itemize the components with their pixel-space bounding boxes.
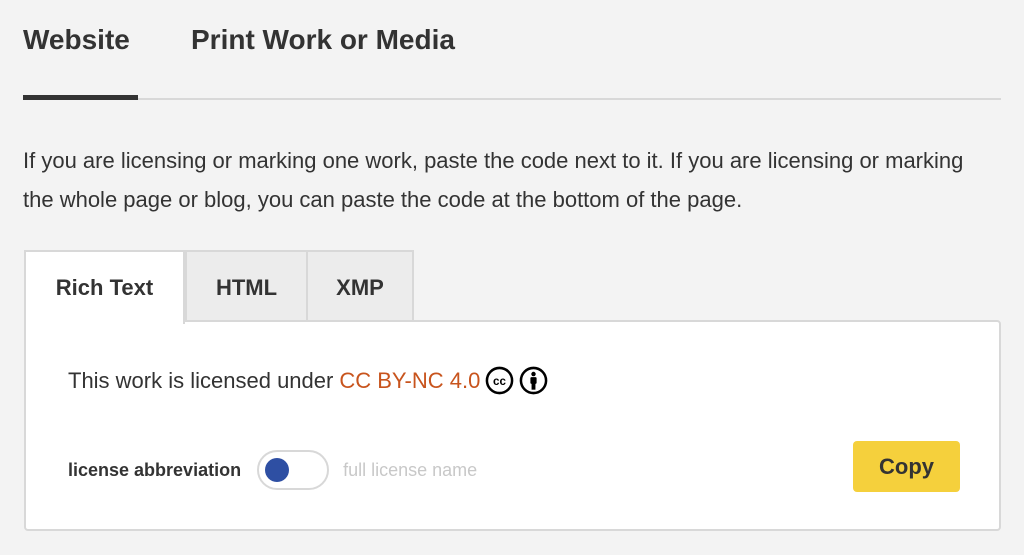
cc-icon: cc xyxy=(485,366,514,395)
tab-rich-text[interactable]: Rich Text xyxy=(24,250,185,324)
license-name-toggle-row: license abbreviation full license name xyxy=(68,450,477,490)
by-icon xyxy=(519,366,548,395)
tab-xmp[interactable]: XMP xyxy=(306,250,414,320)
toggle-knob xyxy=(265,458,290,482)
license-link[interactable]: CC BY-NC 4.0 xyxy=(339,368,480,394)
tab-print-work-or-media[interactable]: Print Work or Media xyxy=(191,24,455,56)
license-statement: This work is licensed under CC BY-NC 4.0… xyxy=(68,366,548,395)
license-prefix: This work is licensed under xyxy=(68,367,334,393)
toggle-label-abbreviation: license abbreviation xyxy=(68,459,242,480)
top-tab-bar: Website Print Work or Media xyxy=(23,0,1001,100)
intro-text: If you are licensing or marking one work… xyxy=(23,148,964,212)
tab-website[interactable]: Website xyxy=(23,24,130,56)
active-tab-indicator xyxy=(23,95,138,100)
toggle-label-full-name: full license name xyxy=(343,459,478,480)
copy-button[interactable]: Copy xyxy=(853,441,960,492)
tab-html[interactable]: HTML xyxy=(185,250,308,320)
license-format-toggle[interactable] xyxy=(257,450,330,490)
svg-text:cc: cc xyxy=(493,375,506,388)
attribution-panel: This work is licensed under CC BY-NC 4.0… xyxy=(24,320,1001,531)
